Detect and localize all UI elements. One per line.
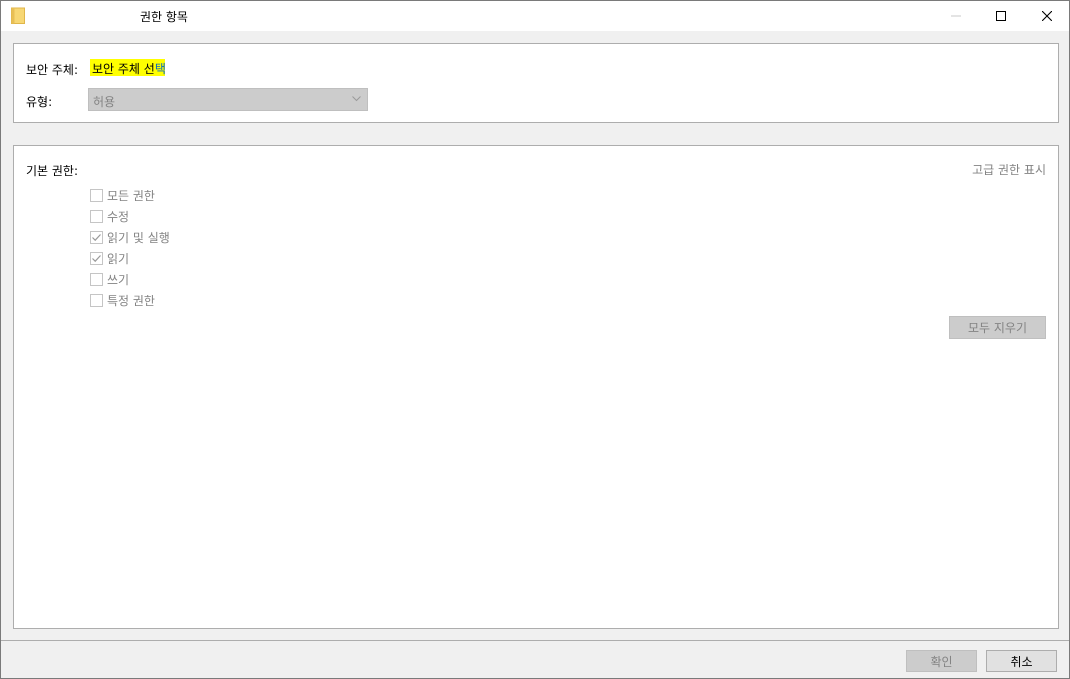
checkbox-read-execute[interactable] xyxy=(90,231,103,244)
permission-label: 읽기 및 실행 xyxy=(107,231,170,245)
type-dropdown-value: 허용 xyxy=(93,95,116,109)
permission-item-modify[interactable]: 수정 xyxy=(90,206,170,227)
permission-item-write[interactable]: 쓰기 xyxy=(90,269,170,290)
principal-link-tail: 택 xyxy=(154,62,166,76)
minimize-button[interactable] xyxy=(933,1,979,31)
permission-item-full-control[interactable]: 모든 권한 xyxy=(90,185,170,206)
maximize-icon xyxy=(996,11,1006,21)
maximize-button[interactable] xyxy=(978,1,1024,31)
show-advanced-permissions-link[interactable]: 고급 권한 표시 xyxy=(972,161,1046,178)
permission-label: 특정 권한 xyxy=(107,294,155,308)
checkbox-read[interactable] xyxy=(90,252,103,265)
checkbox-write[interactable] xyxy=(90,273,103,286)
checkmark-icon xyxy=(92,255,101,263)
checkbox-modify[interactable] xyxy=(90,210,103,223)
permission-item-read[interactable]: 읽기 xyxy=(90,248,170,269)
clear-all-button[interactable]: 모두 지우기 xyxy=(949,316,1046,339)
permission-item-read-execute[interactable]: 읽기 및 실행 xyxy=(90,227,170,248)
permission-label: 수정 xyxy=(107,210,130,224)
permission-label: 읽기 xyxy=(107,252,130,266)
basic-permissions-label: 기본 권한: xyxy=(26,164,79,178)
cancel-button[interactable]: 취소 xyxy=(986,650,1057,672)
permission-label: 모든 권한 xyxy=(107,189,155,203)
type-label: 유형: xyxy=(26,95,53,109)
basic-permissions-panel: 기본 권한: 고급 권한 표시 모든 권한 수정 읽기 및 실행 읽기 쓰기 특… xyxy=(13,145,1059,629)
select-principal-link[interactable]: 보안 주체 선택 xyxy=(90,59,166,77)
close-icon xyxy=(1042,11,1052,21)
checkbox-full-control[interactable] xyxy=(90,189,103,202)
minimize-icon xyxy=(951,15,961,17)
permission-list: 모든 권한 수정 읽기 및 실행 읽기 쓰기 특정 권한 xyxy=(90,185,170,311)
permission-label: 쓰기 xyxy=(107,273,130,287)
principal-link-text: 보안 주체 선 xyxy=(92,62,155,76)
footer-divider xyxy=(1,640,1069,641)
chevron-down-icon xyxy=(352,96,361,102)
close-button[interactable] xyxy=(1024,1,1070,31)
permission-item-special[interactable]: 특정 권한 xyxy=(90,290,170,311)
principal-label: 보안 주체: xyxy=(26,63,79,77)
ok-button[interactable]: 확인 xyxy=(906,650,977,672)
type-dropdown[interactable]: 허용 xyxy=(88,88,368,111)
permission-entry-window: 권한 항목 보안 주체: 보안 주체 선택 유형: 허용 기본 권한: 고급 권… xyxy=(0,0,1070,679)
window-title: 권한 항목 xyxy=(140,10,188,24)
title-bar[interactable]: 권한 항목 xyxy=(1,1,1069,31)
checkmark-icon xyxy=(92,234,101,242)
principal-panel: 보안 주체: 보안 주체 선택 유형: 허용 xyxy=(13,43,1059,123)
checkbox-special[interactable] xyxy=(90,294,103,307)
folder-icon xyxy=(11,7,25,24)
